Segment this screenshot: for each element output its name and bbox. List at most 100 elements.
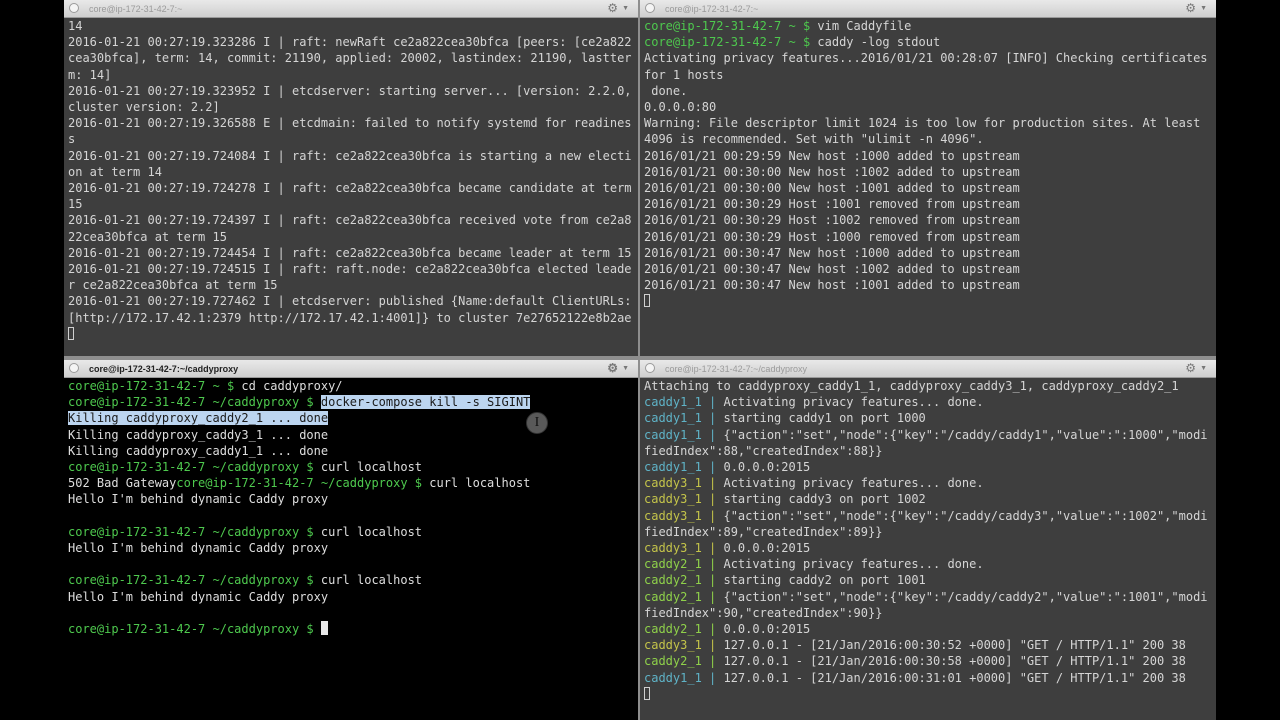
line-text: Activating privacy features... done.	[723, 395, 984, 410]
line-text: cd caddyproxy/	[241, 379, 343, 393]
line-text: 2016/01/21 00:30:47 New host :1001 added…	[644, 278, 1020, 293]
terminal-line: caddy2_1 | Activating privacy features..…	[644, 556, 1212, 572]
close-icon[interactable]	[69, 3, 79, 13]
terminal-line: 2016-01-21 00:27:19.724278 I | raft: ce2…	[68, 180, 634, 212]
service-separator: |	[701, 541, 724, 556]
line-text: 2016-01-21 00:27:19.724454 I | raft: ce2…	[68, 245, 632, 260]
pane-title: core@ip-172-31-42-7:~	[89, 4, 183, 14]
chevron-down-icon[interactable]: ▼	[622, 4, 629, 14]
terminal-line: 2016/01/21 00:30:29 Host :1001 removed f…	[644, 196, 1212, 212]
horizontal-split-divider[interactable]	[64, 356, 1216, 360]
service-prefix: caddy2_1	[644, 557, 702, 572]
line-text: 127.0.0.1 - [21/Jan/2016:00:30:52 +0000]…	[723, 638, 1186, 653]
terminal-line: 2016/01/21 00:30:29 Host :1000 removed f…	[644, 229, 1212, 245]
service-prefix: caddy1_1	[644, 411, 702, 426]
terminal-line: 2016/01/21 00:30:00 New host :1002 added…	[644, 164, 1212, 180]
terminal-line: caddy3_1 | {"action":"set","node":{"key"…	[644, 508, 1212, 540]
line-text: Hello I'm behind dynamic Caddy proxy	[68, 492, 329, 507]
terminal-line: core@ip-172-31-42-7 ~ $ caddy -log stdou…	[644, 34, 1212, 50]
line-text: 0.0.0.0:2015	[723, 622, 811, 637]
line-text: 2016/01/21 00:30:47 New host :1002 added…	[644, 262, 1020, 277]
terminal-line: core@ip-172-31-42-7 ~ $ vim Caddyfile	[644, 18, 1212, 34]
text-cursor-icon: I	[526, 412, 548, 434]
terminal-line: caddy3_1 | 0.0.0.0:2015	[644, 540, 1212, 556]
pane-bottom-left[interactable]: core@ip-172-31-42-7:~/caddyproxy ⚙ ▼ cor…	[64, 360, 638, 720]
chevron-down-icon[interactable]: ▼	[1200, 4, 1207, 14]
line-text: 2016/01/21 00:30:29 Host :1001 removed f…	[644, 197, 1020, 212]
pane-title-bar[interactable]: core@ip-172-31-42-7:~/caddyproxy ⚙ ▼	[64, 360, 638, 378]
service-separator: |	[701, 492, 724, 507]
terminal-output[interactable]: core@ip-172-31-42-7 ~ $ cd caddyproxy/co…	[64, 378, 638, 720]
shell-prompt: core@ip-172-31-42-7 ~/caddyproxy $	[176, 476, 430, 491]
terminal-line: core@ip-172-31-42-7 ~/caddyproxy $ curl …	[68, 459, 634, 475]
gear-icon[interactable]: ⚙	[607, 2, 618, 15]
line-text: 14	[68, 19, 83, 33]
pane-title-bar[interactable]: core@ip-172-31-42-7:~ ⚙ ▼	[640, 0, 1216, 18]
terminal-line: 502 Bad Gatewaycore@ip-172-31-42-7 ~/cad…	[68, 475, 634, 491]
terminal-line: 2016/01/21 00:30:47 New host :1001 added…	[644, 277, 1212, 293]
pane-title-bar[interactable]: core@ip-172-31-42-7:~ ⚙ ▼	[64, 0, 638, 18]
gear-icon[interactable]: ⚙	[1185, 2, 1196, 15]
line-text: 2016-01-21 00:27:19.724084 I | raft: ce2…	[68, 148, 632, 179]
line-text: {"action":"set","node":{"key":"/caddy/ca…	[644, 427, 1208, 458]
service-prefix: caddy1_1	[644, 460, 702, 475]
pane-title: core@ip-172-31-42-7:~	[665, 4, 759, 14]
chevron-down-icon[interactable]: ▼	[1200, 364, 1207, 374]
service-prefix: caddy1_1	[644, 670, 702, 685]
gear-icon[interactable]: ⚙	[1185, 362, 1196, 375]
line-text: {"action":"set","node":{"key":"/caddy/ca…	[644, 508, 1208, 539]
terminal-line: caddy1_1 | 0.0.0.0:2015	[644, 459, 1212, 475]
line-text: 2016-01-21 00:27:19.724515 I | raft: raf…	[68, 262, 632, 293]
terminal-cursor	[68, 326, 74, 340]
line-text: 0.0.0.0:80	[644, 100, 717, 115]
terminal-output[interactable]: core@ip-172-31-42-7 ~ $ vim Caddyfile cor…	[640, 18, 1216, 356]
service-prefix: caddy2_1	[644, 573, 702, 588]
terminal-line: Attaching to caddyproxy_caddy1_1, caddyp…	[644, 378, 1212, 394]
service-prefix: caddy3_1	[644, 508, 702, 523]
terminal-line: caddy1_1 | {"action":"set","node":{"key"…	[644, 427, 1212, 459]
service-prefix: caddy3_1	[644, 638, 702, 653]
line-text: Activating privacy features...2016/01/21…	[644, 51, 1215, 82]
line-text: 0.0.0.0:2015	[723, 541, 811, 556]
service-prefix: caddy1_1	[644, 395, 702, 410]
pane-top-right[interactable]: core@ip-172-31-42-7:~ ⚙ ▼ core@ip-172-31…	[640, 0, 1216, 356]
service-prefix: caddy2_1	[644, 589, 702, 604]
line-text: 2016/01/21 00:30:47 New host :1000 added…	[644, 245, 1020, 260]
line-text: 2016-01-21 00:27:19.323286 I | raft: new…	[68, 35, 632, 82]
shell-prompt: core@ip-172-31-42-7 ~/caddyproxy $	[68, 573, 321, 588]
close-icon[interactable]	[645, 3, 655, 13]
terminal-line: Killing caddyproxy_caddy2_1 ... done	[68, 410, 634, 426]
terminal-line: 2016/01/21 00:29:59 New host :1000 added…	[644, 148, 1212, 164]
terminal-line: 2016/01/21 00:30:47 New host :1000 added…	[644, 245, 1212, 261]
terminal-line: caddy1_1 | 127.0.0.1 - [21/Jan/2016:00:3…	[644, 670, 1212, 686]
selected-text: docker-compose kill -s SIGINT	[320, 395, 531, 410]
line-text: starting caddy2 on port 1001	[723, 573, 926, 588]
gear-icon[interactable]: ⚙	[607, 362, 618, 375]
shell-prompt: core@ip-172-31-42-7 ~/caddyproxy $	[68, 460, 321, 475]
terminal-line: Activating privacy features...2016/01/21…	[644, 50, 1212, 82]
terminal-output[interactable]: Attaching to caddyproxy_caddy1_1, caddyp…	[640, 378, 1216, 720]
terminal-output[interactable]: 14 2016-01-21 00:27:19.323286 I | raft: n…	[64, 18, 638, 356]
service-separator: |	[701, 670, 724, 685]
shell-prompt: core@ip-172-31-42-7 ~/caddyproxy $	[68, 622, 321, 636]
line-text: 502 Bad Gateway	[68, 476, 177, 491]
close-icon[interactable]	[645, 363, 655, 373]
line-text: Hello I'm behind dynamic Caddy proxy	[68, 541, 329, 556]
terminal-line: core@ip-172-31-42-7 ~/caddyproxy $ curl …	[68, 524, 634, 540]
terminal-line: caddy3_1 | 127.0.0.1 - [21/Jan/2016:00:3…	[644, 637, 1212, 653]
terminal-line: Hello I'm behind dynamic Caddy proxy	[68, 540, 634, 556]
line-text: Killing caddyproxy_caddy1_1 ... done	[68, 443, 329, 458]
terminal-line: caddy3_1 | Activating privacy features..…	[644, 475, 1212, 491]
pane-top-left[interactable]: core@ip-172-31-42-7:~ ⚙ ▼ 14 2016-01-21 0…	[64, 0, 638, 356]
pane-title-bar[interactable]: core@ip-172-31-42-7:~/caddyproxy ⚙ ▼	[640, 360, 1216, 378]
line-text: Activating privacy features... done.	[723, 557, 984, 572]
terminal-line: 2016-01-21 00:27:19.724084 I | raft: ce2…	[68, 148, 634, 180]
close-icon[interactable]	[69, 363, 79, 373]
vertical-split-divider[interactable]	[638, 0, 640, 720]
pane-bottom-right[interactable]: core@ip-172-31-42-7:~/caddyproxy ⚙ ▼ Att…	[640, 360, 1216, 720]
terminal-line: caddy1_1 | Activating privacy features..…	[644, 394, 1212, 410]
terminal-line: Warning: File descriptor limit 1024 is t…	[644, 115, 1212, 147]
terminal-line: 2016/01/21 00:30:00 New host :1001 added…	[644, 180, 1212, 196]
chevron-down-icon[interactable]: ▼	[622, 364, 629, 374]
